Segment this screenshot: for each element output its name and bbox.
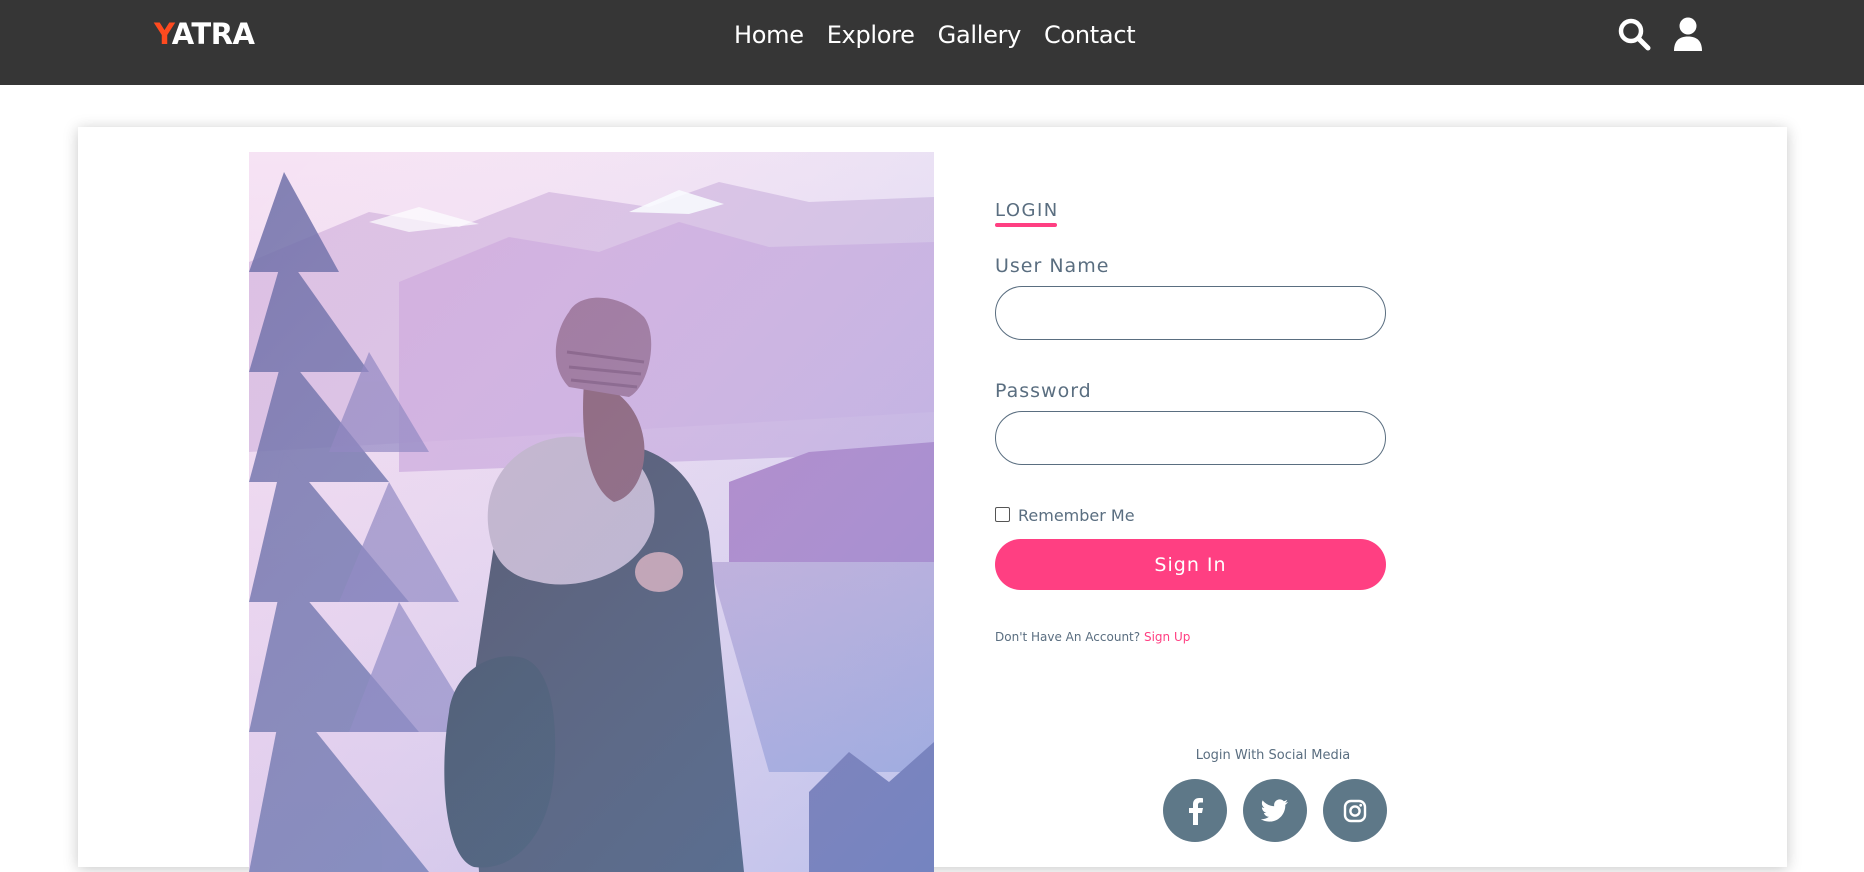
remember-me-checkbox[interactable] [995,506,1010,522]
nav-link-gallery[interactable]: Gallery [938,18,1022,52]
instagram-icon [1343,799,1367,822]
hiker-illustration [249,152,934,872]
password-input[interactable] [995,411,1386,465]
instagram-button[interactable] [1323,779,1387,842]
nav-link-explore[interactable]: Explore [827,18,915,52]
social-login-title: Login With Social Media [1195,748,1351,763]
nav-link-contact[interactable]: Contact [1044,18,1136,52]
site-logo[interactable]: YATRA [154,17,255,51]
user-button[interactable] [1670,16,1706,52]
hero-photo [249,152,934,872]
search-icon [1618,18,1651,51]
main-nav: Home Explore Gallery Contact [734,18,1158,52]
login-heading: LOGIN [995,200,1059,221]
facebook-button[interactable] [1163,779,1227,842]
sign-in-button[interactable]: Sign In [995,539,1386,590]
facebook-icon [1189,797,1203,825]
social-login-buttons [1163,779,1387,842]
signup-prompt: Don't Have An Account? Sign Up [995,629,1190,645]
username-input[interactable] [995,286,1386,340]
search-button[interactable] [1616,16,1652,52]
twitter-icon [1261,798,1288,822]
nav-link-home[interactable]: Home [734,18,804,52]
logo-text: ATRA [171,17,255,51]
navbar: YATRA Home Explore Gallery Contact [0,0,1864,85]
logo-accent-letter: Y [154,17,172,51]
signup-prompt-text: Don't Have An Account? [995,630,1141,644]
login-card: LOGIN User Name Password Remember Me Sig… [78,127,1787,872]
login-heading-underline [995,223,1057,227]
remember-me-label: Remember Me [1018,506,1135,525]
remember-me[interactable]: Remember Me [995,502,1135,526]
sign-up-link[interactable]: Sign Up [1144,630,1190,644]
user-icon [1674,17,1702,51]
username-label: User Name [995,255,1110,277]
password-label: Password [995,380,1092,402]
twitter-button[interactable] [1243,779,1307,842]
